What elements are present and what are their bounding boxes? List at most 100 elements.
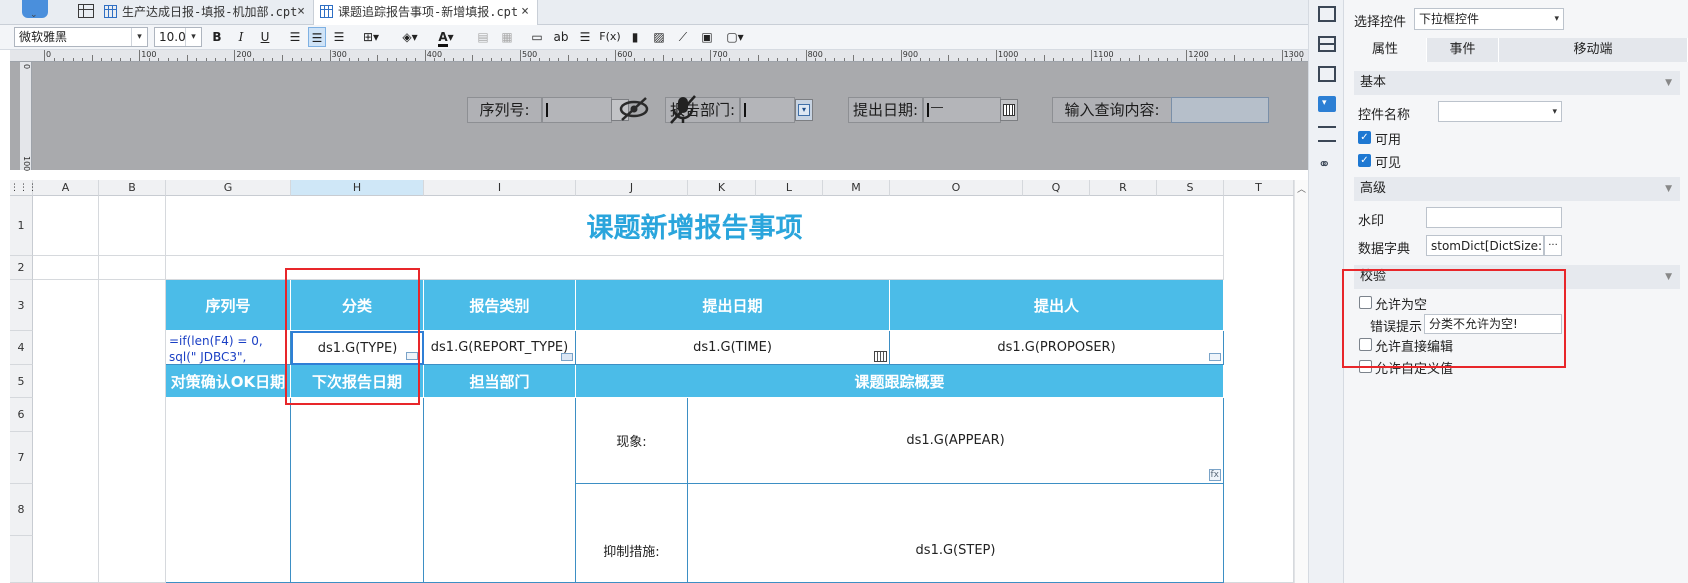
column-header[interactable]: A (33, 180, 99, 196)
dropdown-icon[interactable]: ▾ (795, 99, 813, 121)
cell[interactable] (33, 256, 99, 280)
split-cells-icon[interactable]: ▦ (498, 27, 516, 47)
border-icon[interactable]: ⊞▾ (358, 27, 384, 47)
step-cell[interactable]: ds1.G(STEP) (688, 484, 1224, 583)
watermark-input[interactable] (1426, 207, 1562, 228)
tab-mobile[interactable]: 移动端 (1499, 38, 1688, 62)
cell[interactable] (1224, 196, 1294, 583)
control-name-select[interactable]: ▾ (1438, 101, 1562, 122)
slash-icon[interactable]: ⟋ (674, 27, 692, 47)
row-header[interactable]: 7 (10, 432, 33, 484)
chart-icon[interactable]: ▮ (626, 27, 644, 47)
align-left-icon[interactable]: ☰ (286, 27, 304, 47)
column-header[interactable]: R (1090, 180, 1157, 196)
cell[interactable] (99, 280, 166, 583)
proposer-cell[interactable]: ds1.G(PROPOSER) (890, 331, 1224, 365)
column-header[interactable]: S (1157, 180, 1224, 196)
column-header[interactable]: T (1224, 180, 1294, 196)
cell[interactable] (33, 280, 99, 583)
row-header[interactable]: 2 (10, 256, 33, 280)
enabled-checkbox[interactable]: ✓ (1358, 131, 1371, 144)
condition-attr-icon[interactable] (1318, 126, 1336, 142)
close-icon[interactable]: × (521, 0, 529, 24)
subreport-icon[interactable]: ▣ (698, 27, 716, 47)
vertical-scrollbar[interactable]: ︿ (1294, 180, 1308, 583)
cell[interactable] (99, 256, 166, 280)
select-all-corner[interactable]: ⋮⋮⋮ (10, 180, 37, 196)
column-header[interactable]: J (576, 180, 688, 196)
tab-events[interactable]: 事件 (1427, 38, 1499, 62)
hyperlink-icon[interactable]: ⚭ (1318, 156, 1336, 172)
serial-formula-cell[interactable]: =if(len(F4) = 0, sql(" JDBC3", "SELECT (166, 331, 291, 365)
section-basic[interactable]: 基本 ▼ (1354, 71, 1680, 95)
column-header[interactable]: G (166, 180, 291, 196)
report-title[interactable]: 课题新增报告事项 (166, 196, 1224, 256)
align-center-icon[interactable]: ☰ (308, 27, 326, 47)
align-right-icon[interactable]: ☰ (330, 27, 348, 47)
dict-input[interactable]: stomDict[DictSize:14] (1426, 235, 1544, 256)
formula-button[interactable]: F(x) (598, 27, 622, 47)
cell[interactable] (99, 196, 166, 256)
header-proposer[interactable]: 提出人 (890, 280, 1224, 331)
ok-date-cell[interactable] (166, 398, 291, 583)
serial-param-input[interactable] (542, 97, 612, 123)
insert-text-icon[interactable]: ▭ (528, 27, 546, 47)
header-serial[interactable]: 序列号 (166, 280, 291, 331)
fill-color-icon[interactable]: ◈▾ (396, 27, 424, 47)
column-header[interactable]: O (890, 180, 1023, 196)
query-param-input[interactable] (1171, 97, 1269, 123)
row-header[interactable]: 3 (10, 280, 33, 331)
suppress-label-cell[interactable]: 抑制措施: (576, 484, 688, 583)
control-type-select[interactable]: 下拉框控件 ▾ (1414, 8, 1564, 30)
row-header[interactable]: 4 (10, 331, 33, 365)
header-dept[interactable]: 担当部门 (424, 365, 576, 398)
header-submit-date[interactable]: 提出日期 (576, 280, 890, 331)
font-family-select[interactable]: 微软雅黑 ▾ (14, 27, 148, 47)
row-header[interactable] (10, 536, 33, 583)
cell-element-icon[interactable] (1318, 36, 1336, 52)
image-icon[interactable]: ▨ (650, 27, 668, 47)
frame-icon[interactable]: ▢▾ (722, 27, 748, 47)
merge-cells-icon[interactable]: ▤ (474, 27, 492, 47)
cell-attribute-icon[interactable] (1318, 6, 1336, 22)
visible-checkbox[interactable]: ✓ (1358, 154, 1371, 167)
row-header[interactable]: 1 (10, 196, 33, 256)
row-header[interactable]: 6 (10, 398, 33, 432)
date-param-input[interactable] (923, 97, 1001, 123)
row-header[interactable]: 8 (10, 484, 33, 536)
column-header[interactable]: K (688, 180, 756, 196)
row-header[interactable]: 5 (10, 365, 33, 398)
chevron-up-icon[interactable]: ︿ (1297, 182, 1306, 195)
time-cell[interactable]: ds1.G(TIME) (576, 331, 890, 365)
appear-cell[interactable]: ds1.G(APPEAR) fx (688, 398, 1224, 484)
column-header[interactable]: M (823, 180, 890, 196)
report-type-cell[interactable]: ds1.G(REPORT_TYPE) (424, 331, 576, 365)
font-size-select[interactable]: 10.0 ▾ (154, 27, 202, 47)
section-advanced[interactable]: 高级 ▼ (1354, 177, 1680, 201)
font-color-icon[interactable]: A▾ (432, 27, 460, 47)
tab-production-report[interactable]: 生产达成日报-填报-机加部.cpt × (98, 0, 314, 25)
underline-button[interactable]: U (256, 27, 274, 47)
cell[interactable] (33, 196, 99, 256)
calendar-icon[interactable] (1000, 99, 1018, 121)
italic-button[interactable]: I (232, 27, 250, 47)
bold-button[interactable]: B (208, 27, 226, 47)
dept-cell[interactable] (424, 398, 576, 583)
column-header[interactable]: H (291, 180, 424, 196)
column-header[interactable]: Q (1023, 180, 1090, 196)
column-header[interactable]: L (756, 180, 823, 196)
column-header[interactable]: I (424, 180, 576, 196)
tab-topic-tracking-report[interactable]: 课题追踪报告事项-新增填报.cpt × (314, 0, 538, 25)
chevron-down-icon[interactable]: ⌄ (30, 10, 38, 20)
header-summary[interactable]: 课题跟踪概要 (576, 365, 1224, 398)
widget-settings-icon[interactable]: ▾ (1318, 96, 1336, 112)
dept-param-input[interactable] (740, 97, 795, 123)
insert-ab-button[interactable]: ab (552, 27, 570, 47)
float-element-icon[interactable] (1318, 66, 1336, 82)
dict-edit-button[interactable]: ··· (1544, 235, 1562, 256)
close-icon[interactable]: × (297, 0, 305, 24)
tab-attributes[interactable]: 属性 (1344, 38, 1427, 62)
column-header[interactable]: B (99, 180, 166, 196)
next-date-cell[interactable] (291, 398, 424, 583)
phenomenon-label-cell[interactable]: 现象: (576, 398, 688, 484)
